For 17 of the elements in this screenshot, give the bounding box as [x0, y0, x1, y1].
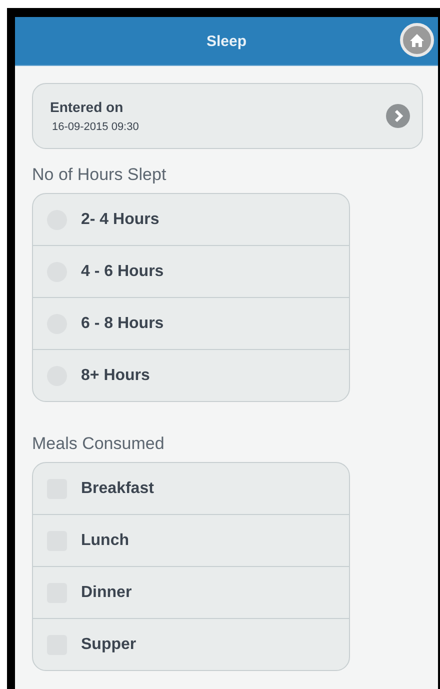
radio-option[interactable]: 6 - 8 Hours: [33, 297, 349, 349]
checkbox-option[interactable]: Dinner: [33, 566, 349, 618]
entry-label: Entered on: [50, 99, 124, 115]
checkbox-option[interactable]: Supper: [33, 618, 349, 670]
home-icon: [410, 34, 424, 46]
radio-option[interactable]: 2- 4 Hours: [33, 194, 349, 245]
entry-date: 16-09-2015 09:30: [51, 121, 139, 133]
entered-on-button[interactable]: Entered on 16-09-2015 09:30: [32, 83, 423, 149]
section-label: No of Hours Slept: [32, 165, 168, 185]
chevron-right-icon: [386, 104, 410, 128]
checkbox-option[interactable]: Lunch: [33, 514, 349, 566]
home-button[interactable]: [400, 23, 434, 57]
checkbox-option[interactable]: Breakfast: [33, 463, 349, 514]
radio-option[interactable]: 8+ Hours: [33, 349, 349, 401]
section-label: Meals Consumed: [32, 434, 166, 454]
radio-option[interactable]: 4 - 6 Hours: [33, 245, 349, 297]
page-title: Sleep: [206, 32, 247, 50]
